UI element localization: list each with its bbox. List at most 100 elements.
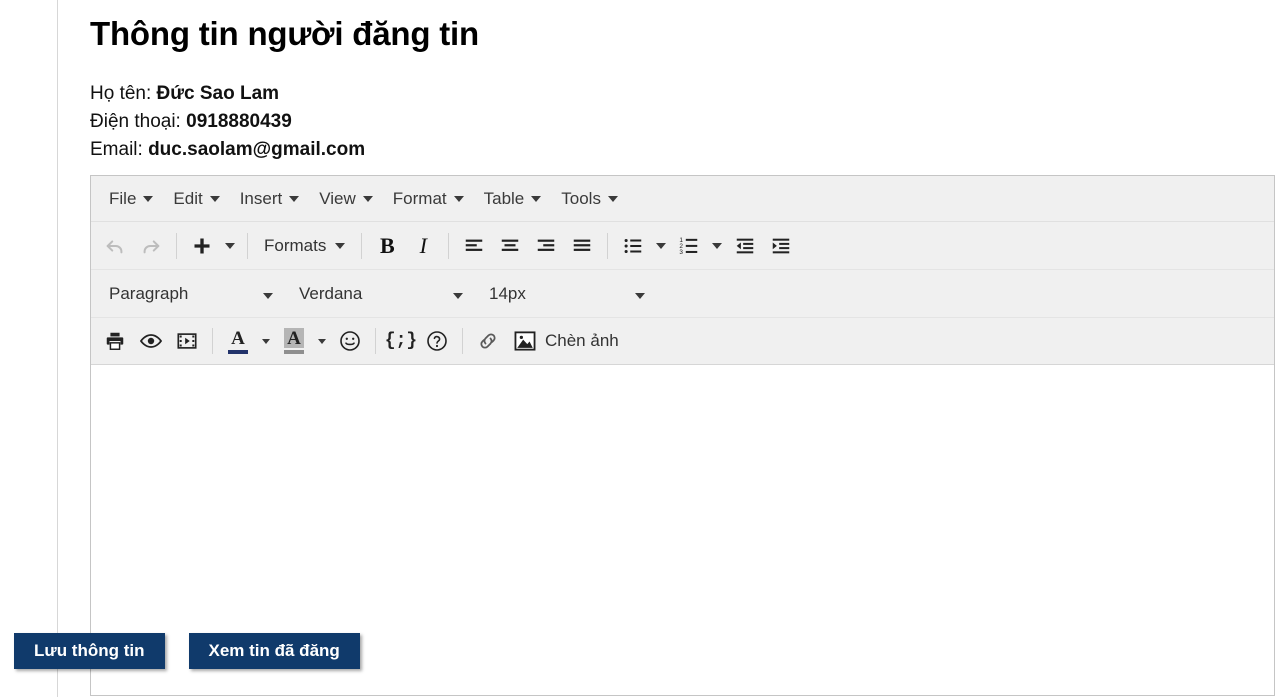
bullet-list-button[interactable] — [615, 229, 651, 263]
help-button[interactable] — [419, 324, 455, 358]
chevron-down-icon — [453, 195, 464, 202]
indent-button[interactable] — [763, 229, 799, 263]
chevron-down-icon — [656, 242, 667, 249]
info-label-email: Email: — [90, 139, 149, 161]
link-button[interactable] — [470, 324, 506, 358]
chevron-down-icon — [143, 195, 154, 202]
help-icon — [425, 329, 449, 353]
align-right-button[interactable] — [528, 229, 564, 263]
save-button[interactable]: Lưu thông tin — [14, 633, 165, 669]
film-icon — [176, 330, 198, 352]
align-justify-icon — [571, 235, 593, 257]
chevron-down-icon — [712, 242, 723, 249]
toolbar-separator — [247, 232, 248, 259]
link-icon — [476, 329, 500, 353]
background-color-icon: A — [284, 328, 304, 355]
smiley-icon — [338, 329, 362, 353]
background-color-caret[interactable] — [312, 324, 332, 358]
formats-button[interactable]: Formats — [255, 229, 354, 263]
align-center-button[interactable] — [492, 229, 528, 263]
page-root: Thông tin người đăng tin Họ tên: Đức Sao… — [0, 0, 1284, 697]
bold-icon: B — [380, 232, 395, 258]
font-size-value: 14px — [489, 283, 526, 303]
chevron-down-icon — [263, 292, 273, 299]
align-center-icon — [499, 235, 521, 257]
toolbar-separator — [176, 232, 177, 259]
outdent-icon — [734, 235, 756, 257]
editor-menubar: File Edit Insert View Format Table Tools — [91, 176, 1274, 223]
info-label-name: Họ tên: — [90, 83, 157, 105]
insert-menu-caret[interactable] — [220, 229, 240, 263]
numbered-list-split-button[interactable]: 1 2 3 — [671, 229, 727, 263]
insert-plus-button[interactable] — [184, 229, 220, 263]
main-content: Thông tin người đăng tin Họ tên: Đức Sao… — [90, 0, 1276, 697]
numbered-list-icon: 1 2 3 — [678, 235, 700, 257]
chevron-down-icon — [225, 242, 235, 249]
toolbar-separator — [448, 232, 450, 259]
menu-view-label: View — [319, 188, 356, 208]
insert-image-button[interactable]: Chèn ảnh — [506, 324, 627, 358]
numbered-list-caret[interactable] — [707, 229, 727, 263]
eye-icon — [139, 329, 163, 353]
emoticon-button[interactable] — [332, 324, 368, 358]
action-buttons: Lưu thông tin Xem tin đã đăng — [14, 633, 360, 669]
view-posted-button[interactable]: Xem tin đã đăng — [188, 633, 360, 669]
chevron-down-icon — [453, 292, 463, 299]
menu-insert-label: Insert — [239, 188, 283, 208]
outdent-button[interactable] — [727, 229, 763, 263]
menu-format[interactable]: Format — [383, 185, 474, 213]
plus-icon — [192, 236, 212, 256]
menu-table[interactable]: Table — [474, 185, 552, 213]
redo-icon — [140, 235, 162, 257]
rich-text-editor: File Edit Insert View Format Table Tools… — [90, 175, 1275, 697]
toolbar-separator — [375, 328, 376, 355]
chevron-down-icon — [209, 195, 220, 202]
chevron-down-icon — [318, 338, 326, 344]
menu-edit[interactable]: Edit — [163, 185, 229, 213]
bullet-list-caret[interactable] — [651, 229, 671, 263]
toolbar-separator — [361, 232, 363, 259]
page-title: Thông tin người đăng tin — [90, 15, 479, 52]
info-label-phone: Điện thoại: — [90, 111, 187, 133]
font-size-select[interactable]: 14px — [477, 276, 659, 312]
menu-view[interactable]: View — [309, 185, 383, 213]
chevron-down-icon — [335, 242, 346, 249]
bullet-list-icon — [622, 235, 644, 257]
italic-button[interactable]: I — [405, 229, 441, 263]
menu-file[interactable]: File — [99, 185, 163, 213]
insert-menu-split-button[interactable] — [184, 229, 240, 263]
numbered-list-button[interactable]: 1 2 3 — [671, 229, 707, 263]
info-row-name: Họ tên: Đức Sao Lam — [90, 80, 1276, 108]
formats-label: Formats — [264, 235, 327, 255]
bullet-list-split-button[interactable] — [615, 229, 671, 263]
text-color-button[interactable]: A — [220, 324, 256, 358]
background-color-button[interactable]: A — [276, 324, 312, 358]
source-code-button[interactable]: {;} — [383, 324, 419, 358]
menu-tools[interactable]: Tools — [551, 185, 628, 213]
menu-insert[interactable]: Insert — [230, 185, 310, 213]
text-color-split-button[interactable]: A — [220, 324, 276, 358]
block-format-value: Paragraph — [109, 283, 189, 303]
print-button[interactable] — [97, 324, 133, 358]
undo-icon — [104, 235, 126, 257]
font-family-select[interactable]: Verdana — [287, 276, 477, 312]
text-color-icon: A — [228, 329, 248, 354]
align-left-button[interactable] — [456, 229, 492, 263]
info-value-name: Đức Sao Lam — [156, 83, 280, 105]
italic-icon: I — [419, 232, 427, 258]
align-justify-button[interactable] — [564, 229, 600, 263]
editor-toolbar-row-2: Paragraph Verdana 14px — [91, 270, 1274, 319]
media-button[interactable] — [169, 324, 205, 358]
chevron-down-icon — [362, 195, 373, 202]
background-color-split-button[interactable]: A — [276, 324, 332, 358]
preview-button[interactable] — [133, 324, 169, 358]
block-format-select[interactable]: Paragraph — [97, 276, 287, 312]
text-color-caret[interactable] — [256, 324, 276, 358]
chevron-down-icon — [289, 195, 300, 202]
info-value-email: duc.saolam@gmail.com — [148, 139, 366, 161]
redo-button[interactable] — [133, 229, 169, 263]
print-icon — [104, 330, 126, 352]
bold-button[interactable]: B — [369, 229, 405, 263]
undo-button[interactable] — [97, 229, 133, 263]
info-value-phone: 0918880439 — [186, 111, 292, 133]
